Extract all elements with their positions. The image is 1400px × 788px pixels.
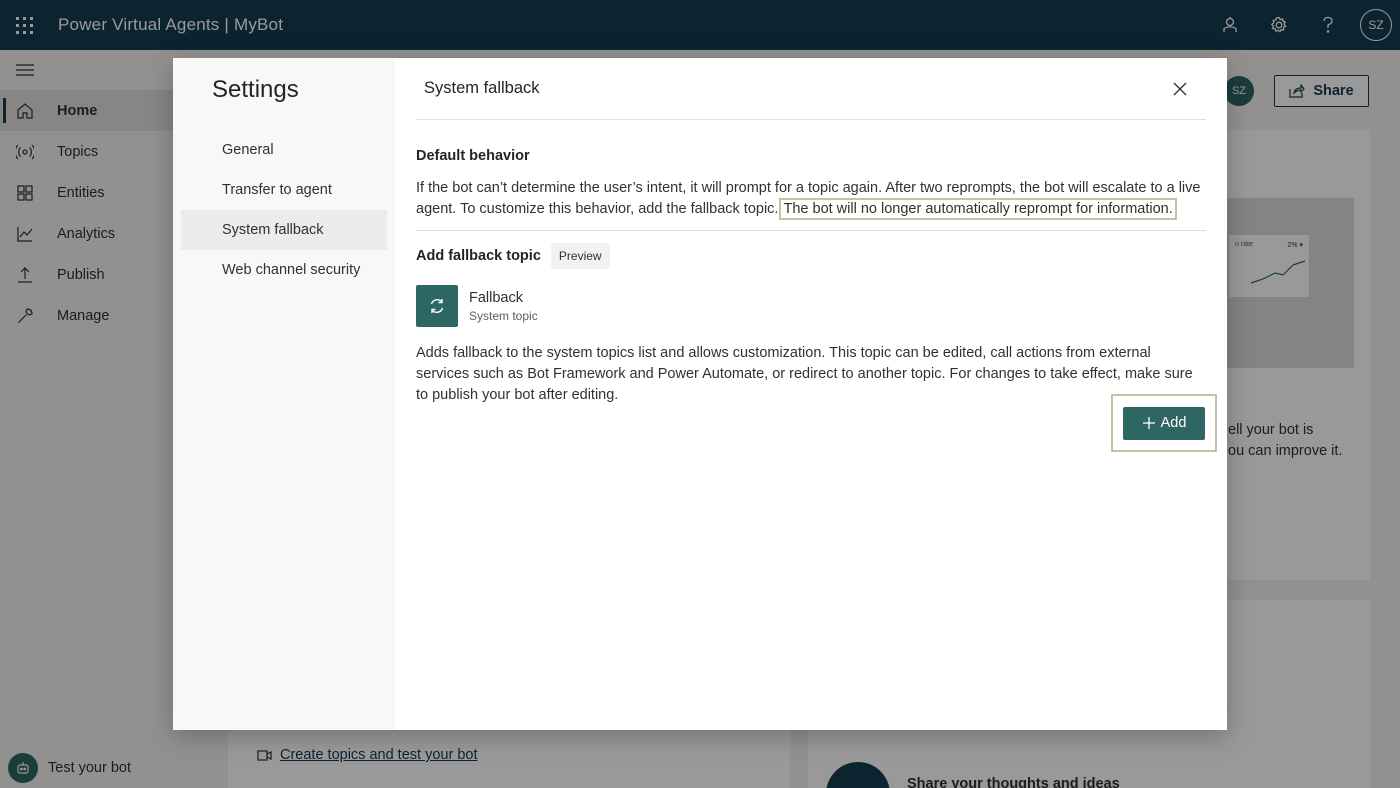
refresh-icon xyxy=(416,285,458,327)
add-label: Add xyxy=(1160,415,1187,431)
settings-sidebar: Settings General Transfer to agent Syste… xyxy=(173,58,395,730)
fallback-description: Adds fallback to the system topics list … xyxy=(416,345,1193,403)
settings-title: Settings xyxy=(212,76,299,103)
add-button[interactable]: Add xyxy=(1123,406,1205,440)
topic-name: Fallback xyxy=(469,289,523,306)
close-button[interactable] xyxy=(1173,82,1187,101)
add-fallback-header: Add fallback topic Preview xyxy=(416,243,1206,269)
add-fallback-title: Add fallback topic xyxy=(416,248,541,264)
default-behavior-title: Default behavior xyxy=(416,148,530,164)
default-behavior-text: If the bot can’t determine the user’s in… xyxy=(416,178,1206,220)
settings-item-transfer-to-agent[interactable]: Transfer to agent xyxy=(181,170,387,210)
default-behavior-highlight: The bot will no longer automatically rep… xyxy=(779,198,1177,220)
settings-item-general[interactable]: General xyxy=(181,130,387,170)
fallback-topic: Fallback System topic xyxy=(416,285,1206,327)
topic-type: System topic xyxy=(469,308,538,323)
section-header: System fallback xyxy=(416,58,1206,120)
preview-badge: Preview xyxy=(550,243,610,269)
settings-content: System fallback Default behavior If the … xyxy=(395,58,1227,730)
add-button-highlight: Add xyxy=(1111,394,1217,452)
settings-item-system-fallback[interactable]: System fallback xyxy=(181,210,387,250)
section-divider xyxy=(416,230,1206,231)
settings-dialog: Settings General Transfer to agent Syste… xyxy=(173,58,1227,730)
close-icon xyxy=(1173,82,1187,96)
plus-icon xyxy=(1142,417,1155,429)
settings-item-web-channel-security[interactable]: Web channel security xyxy=(181,250,387,290)
